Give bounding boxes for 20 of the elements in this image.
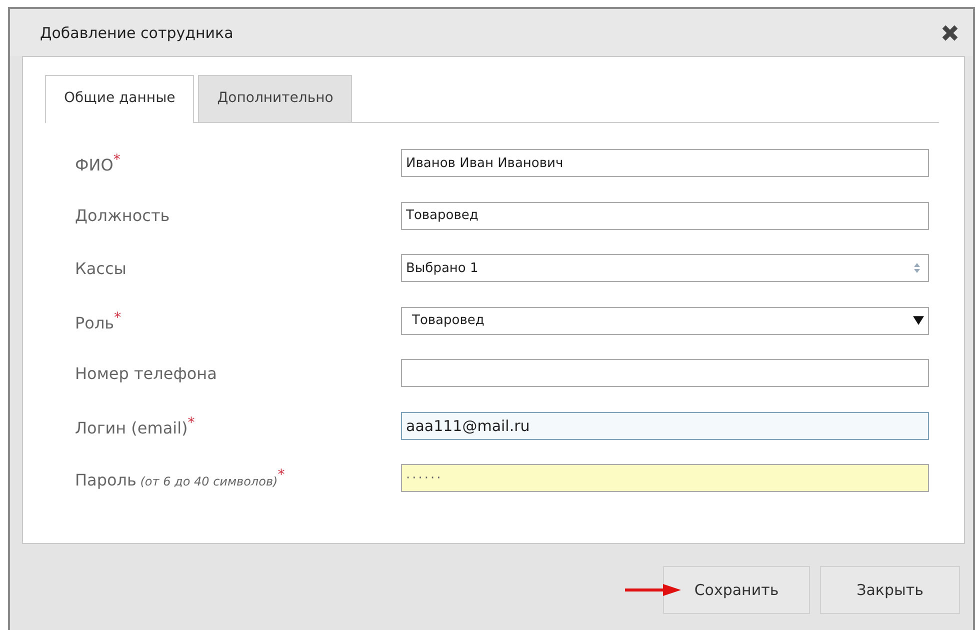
multi-select[interactable]: Выбрано 1 [401, 254, 929, 282]
password-field[interactable]: ······ [401, 464, 929, 492]
tab[interactable]: Общие данные [45, 75, 194, 123]
tab[interactable]: Дополнительно [198, 75, 352, 122]
input-field[interactable] [401, 359, 929, 388]
field-label: ФИО$^{*}$ [75, 152, 120, 174]
window-title: Добавление сотрудника [40, 24, 234, 42]
up-down-icon [914, 263, 920, 274]
field-label: Логин (email)$^{*}$ [75, 414, 195, 437]
field-label: Кассы [75, 258, 126, 278]
input-field[interactable]: aaa111@mail.ru [401, 412, 929, 440]
caret-icon [913, 316, 924, 326]
button[interactable]: Сохранить [663, 566, 810, 614]
dropdown[interactable]: Товаровед [401, 306, 929, 335]
button[interactable]: Закрыть [820, 566, 960, 614]
field-label: Номер телефона [75, 364, 217, 383]
input-field[interactable]: Товаровед [401, 202, 929, 230]
field-label: Должность [75, 206, 170, 226]
field-label: Роль$^{*}$ [75, 310, 122, 332]
input-field[interactable]: Иванов Иван Иванович [401, 149, 929, 178]
